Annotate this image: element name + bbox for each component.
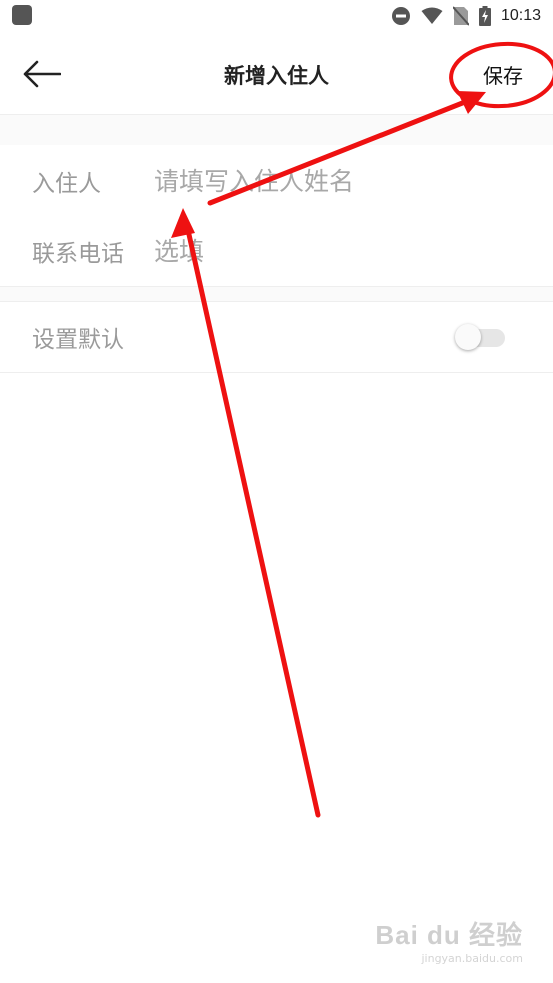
no-sim-icon <box>452 6 469 26</box>
section-gap <box>0 287 553 302</box>
phone-row: 联系电话 <box>0 216 553 287</box>
phone-label: 联系电话 <box>32 241 124 267</box>
phone-input[interactable] <box>154 236 514 266</box>
watermark: Bai du 经验 jingyan.baidu.com <box>375 915 523 965</box>
save-button[interactable]: 保存 <box>483 60 523 89</box>
status-icons: 10:13 <box>391 4 541 28</box>
status-bar: 10:13 <box>0 0 553 32</box>
app-notification-icon <box>12 5 32 25</box>
watermark-url: jingyan.baidu.com <box>421 952 523 965</box>
set-default-row: 设置默认 <box>0 302 553 373</box>
page-title: 新增入住人 <box>224 64 329 88</box>
watermark-logo: Bai du 经验 <box>375 920 523 950</box>
set-default-toggle[interactable] <box>455 324 505 350</box>
wifi-icon <box>421 7 443 24</box>
do-not-disturb-icon <box>391 7 410 25</box>
header: 新增入住人 保存 <box>0 32 553 115</box>
guest-name-row: 入住人 <box>0 146 553 217</box>
set-default-label: 设置默认 <box>32 327 124 353</box>
status-time: 10:13 <box>500 7 541 24</box>
guest-name-input[interactable] <box>154 166 514 196</box>
section-gap <box>0 115 553 145</box>
toggle-knob <box>455 324 481 350</box>
battery-charging-icon <box>478 6 491 26</box>
guest-name-label: 入住人 <box>32 171 101 197</box>
